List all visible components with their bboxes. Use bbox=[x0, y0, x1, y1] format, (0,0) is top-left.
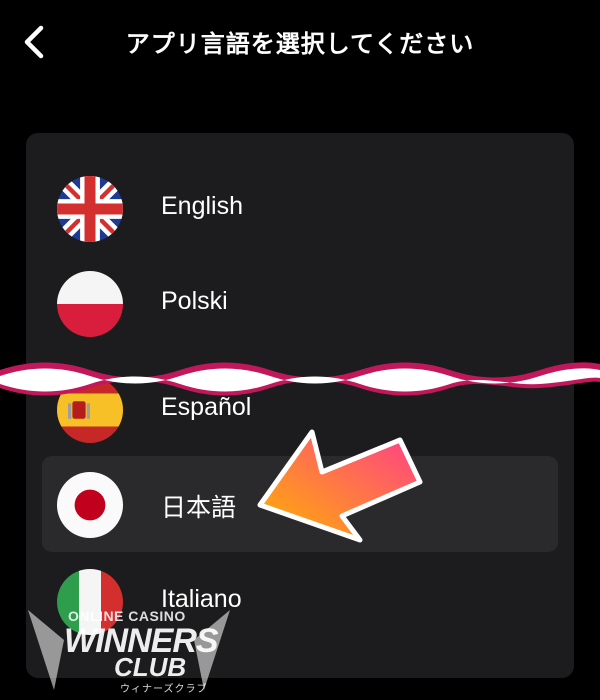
watermark-line-3: CLUB bbox=[114, 652, 187, 682]
section-break-wave bbox=[0, 362, 600, 396]
header: アプリ言語を選択してください bbox=[0, 0, 600, 84]
language-item-polski[interactable]: Polski bbox=[26, 255, 574, 351]
poland-flag-icon bbox=[57, 271, 123, 337]
language-label: Español bbox=[161, 393, 252, 421]
pointer-arrow-icon bbox=[257, 429, 423, 543]
language-label: Polski bbox=[161, 287, 228, 315]
page-title: アプリ言語を選択してください bbox=[125, 30, 475, 58]
language-list: English Polski Español 日本語 Italiano bbox=[26, 133, 574, 678]
language-item-english[interactable]: English bbox=[26, 160, 574, 256]
language-label: 日本語 bbox=[161, 494, 237, 522]
watermark-line-4: ウィナーズクラブ bbox=[120, 684, 208, 695]
uk-flag-icon bbox=[57, 176, 123, 242]
language-label: English bbox=[161, 192, 243, 220]
japan-flag-icon bbox=[57, 472, 123, 538]
watermark-logo: ONLINE CASINO WINNERS CLUB ウィナーズクラブ bbox=[24, 600, 234, 696]
